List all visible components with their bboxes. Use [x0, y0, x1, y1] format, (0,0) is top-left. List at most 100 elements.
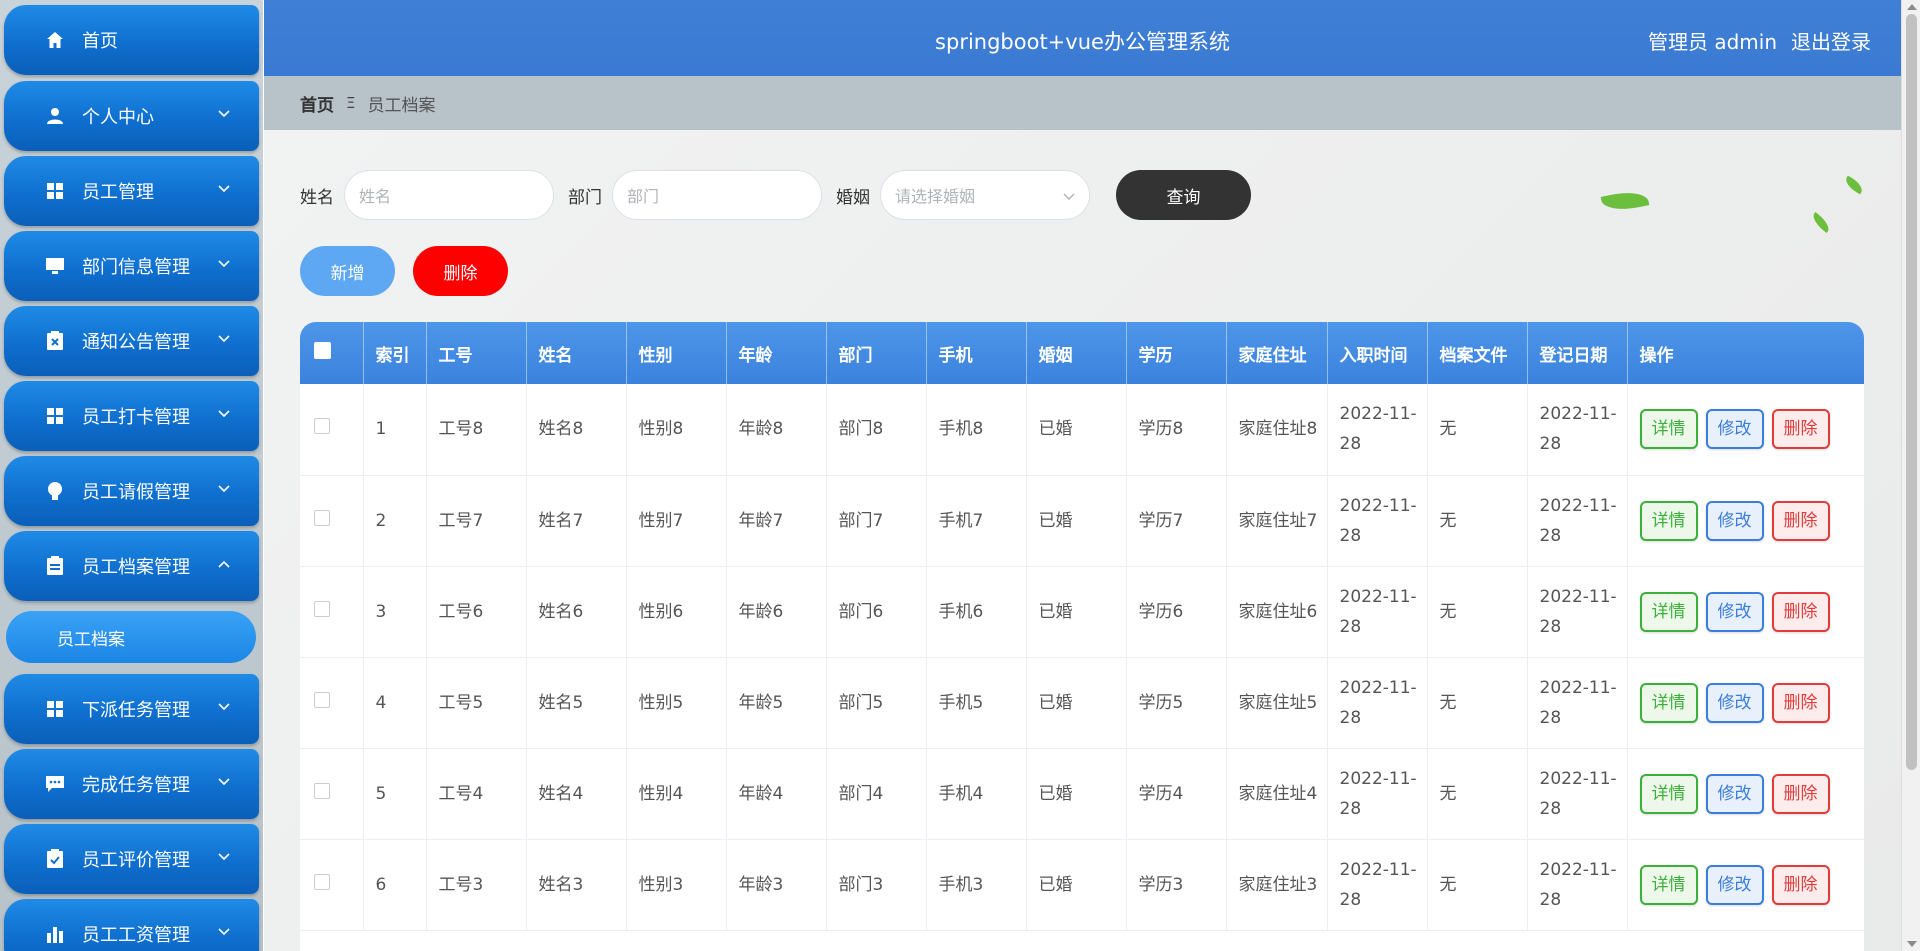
detail-button[interactable]: 详情: [1639, 591, 1698, 632]
sidebar-item-label: 员工评价管理: [82, 850, 190, 871]
cell-name: 姓名5: [526, 657, 627, 749]
cell-dept: 部门5: [826, 657, 927, 749]
row-checkbox[interactable]: [314, 691, 330, 708]
edit-button[interactable]: 修改: [1705, 591, 1764, 632]
cell-phone: 手机5: [926, 657, 1027, 749]
cell-reg: 2022-11-28: [1527, 657, 1628, 749]
user-name: 管理员 admin: [1647, 30, 1777, 54]
cell-name: 姓名4: [526, 748, 627, 840]
detail-button[interactable]: 详情: [1639, 409, 1698, 450]
table-row: 4 工号5 姓名5 性别5 年龄5 部门5 手机5 已婚 学历5 家庭住址5 2022-11-28 无…: [300, 657, 1864, 749]
cell-addr: 家庭住址5: [1226, 657, 1328, 749]
detail-button[interactable]: 详情: [1639, 682, 1698, 723]
chevron-down-icon: [218, 485, 230, 493]
cell-file: 无: [1427, 384, 1528, 476]
delete-button[interactable]: 删除: [1771, 773, 1830, 814]
page-scrollbar[interactable]: [1901, 0, 1920, 951]
grid-icon: [44, 405, 66, 427]
cell-hire: 2022-11-28: [1327, 839, 1428, 931]
detail-button[interactable]: 详情: [1639, 500, 1698, 541]
column-header: 年龄: [726, 322, 827, 384]
delete-button[interactable]: 删除: [1771, 682, 1830, 723]
sidebar-item-department-management[interactable]: 部门信息管理: [4, 231, 259, 301]
cell-file: 无: [1427, 839, 1528, 931]
name-input[interactable]: 姓名: [344, 170, 554, 220]
scroll-down-arrow-icon[interactable]: [1907, 941, 1917, 947]
row-checkbox[interactable]: [314, 509, 330, 526]
edit-button[interactable]: 修改: [1705, 864, 1764, 905]
marriage-select[interactable]: 请选择婚姻: [880, 170, 1090, 220]
cell-reg: 2022-11-28: [1527, 566, 1628, 658]
edit-button[interactable]: 修改: [1705, 500, 1764, 541]
add-button[interactable]: 新增: [300, 246, 395, 296]
sidebar-item-leave-management[interactable]: 员工请假管理: [4, 456, 259, 526]
column-header: 学历: [1126, 322, 1227, 384]
sidebar-item-task-assign-management[interactable]: 下派任务管理: [4, 674, 259, 744]
cell-no: 工号7: [426, 475, 527, 567]
query-button[interactable]: 查询: [1116, 170, 1251, 220]
cell-addr: 家庭住址3: [1226, 839, 1328, 931]
cell-edu: 学历4: [1126, 748, 1227, 840]
table-row: 3 工号6 姓名6 性别6 年龄6 部门6 手机6 已婚 学历6 家庭住址6 2022-11-28 无…: [300, 566, 1864, 658]
chevron-down-icon: [218, 410, 230, 418]
scroll-thumb[interactable]: [1906, 14, 1917, 770]
edit-button[interactable]: 修改: [1705, 409, 1764, 450]
detail-button[interactable]: 详情: [1639, 773, 1698, 814]
chevron-down-icon: [1063, 193, 1075, 200]
row-checkbox[interactable]: [314, 418, 330, 435]
sidebar-subitem-employee-archive[interactable]: 员工档案: [6, 611, 256, 663]
detail-button[interactable]: 详情: [1639, 864, 1698, 905]
cell-file: 无: [1427, 748, 1528, 840]
row-select-cell[interactable]: [300, 657, 364, 749]
breadcrumb-home[interactable]: 首页: [300, 91, 334, 116]
logout-link[interactable]: 退出登录: [1791, 26, 1871, 55]
delete-button[interactable]: 删除: [1771, 500, 1830, 541]
sidebar-item-employee-management[interactable]: 员工管理: [4, 156, 259, 226]
cell-no: 工号3: [426, 839, 527, 931]
select-all-header[interactable]: [300, 322, 364, 384]
table-row: 1 工号8 姓名8 性别8 年龄8 部门8 手机8 已婚 学历8 家庭住址8 2022-11-28 无…: [300, 384, 1864, 476]
cell-no: 工号6: [426, 566, 527, 658]
column-header: 性别: [626, 322, 727, 384]
row-select-cell[interactable]: [300, 566, 364, 658]
row-select-cell[interactable]: [300, 475, 364, 567]
row-select-cell[interactable]: [300, 384, 364, 476]
row-checkbox[interactable]: [314, 600, 330, 617]
search-bar: 姓名 姓名 部门 部门 婚姻 请选择婚姻 查询: [300, 170, 1251, 220]
select-all-checkbox[interactable]: [314, 342, 331, 359]
cell-edu: 学历6: [1126, 566, 1227, 658]
scroll-up-arrow-icon[interactable]: [1907, 4, 1917, 10]
batch-delete-button[interactable]: 删除: [413, 246, 508, 296]
row-actions: 详情 修改 删除: [1639, 409, 1864, 450]
sidebar-item-archive-management[interactable]: 员工档案管理: [4, 531, 259, 601]
clipboard-x-icon: [44, 330, 66, 352]
sidebar-item-notice-management[interactable]: 通知公告管理: [4, 306, 259, 376]
cell-file: 无: [1427, 566, 1528, 658]
sidebar-item-label: 下派任务管理: [82, 700, 190, 721]
sidebar-item-task-complete-management[interactable]: 完成任务管理: [4, 749, 259, 819]
delete-button[interactable]: 删除: [1771, 591, 1830, 632]
cell-name: 姓名8: [526, 384, 627, 476]
sidebar-item-personal-center[interactable]: 个人中心: [4, 81, 259, 151]
grid-icon: [44, 180, 66, 202]
delete-button[interactable]: 删除: [1771, 864, 1830, 905]
bulb-icon: [44, 480, 66, 502]
edit-button[interactable]: 修改: [1705, 682, 1764, 723]
dept-input[interactable]: 部门: [612, 170, 822, 220]
sidebar-item-clockin-management[interactable]: 员工打卡管理: [4, 381, 259, 451]
edit-button[interactable]: 修改: [1705, 773, 1764, 814]
sidebar-item-home[interactable]: 首页: [4, 5, 259, 75]
cell-idx: 6: [363, 839, 427, 931]
row-checkbox[interactable]: [314, 782, 330, 799]
sidebar-item-evaluation-management[interactable]: 员工评价管理: [4, 824, 259, 894]
row-actions: 详情 修改 删除: [1639, 500, 1864, 541]
cell-addr: 家庭住址7: [1226, 475, 1328, 567]
delete-button[interactable]: 删除: [1771, 409, 1830, 450]
row-select-cell[interactable]: [300, 839, 364, 931]
sidebar-item-salary-management[interactable]: 员工工资管理: [4, 899, 259, 951]
cell-phone: 手机6: [926, 566, 1027, 658]
chevron-down-icon: [218, 185, 230, 193]
row-checkbox[interactable]: [314, 873, 330, 890]
row-select-cell[interactable]: [300, 748, 364, 840]
column-header: 入职时间: [1327, 322, 1428, 384]
